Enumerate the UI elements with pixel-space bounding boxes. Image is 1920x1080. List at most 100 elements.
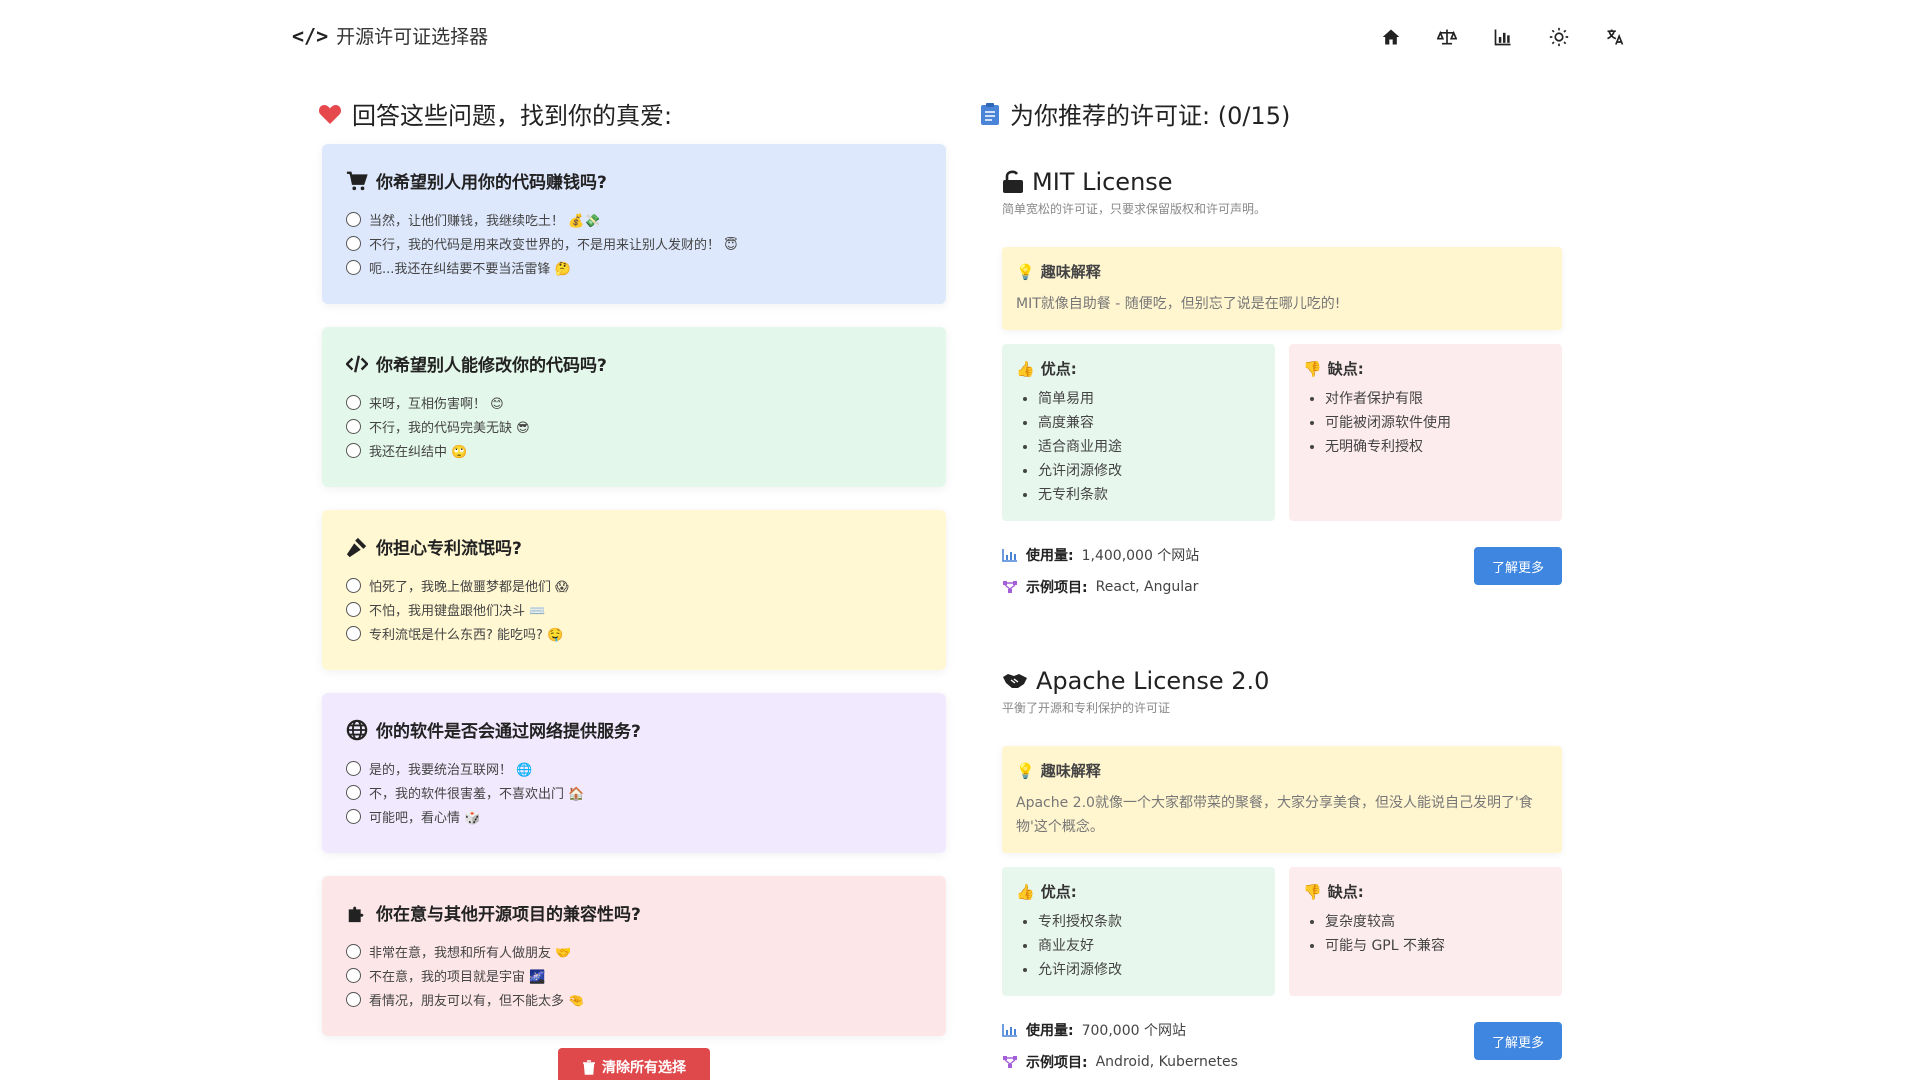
learn-more-button[interactable]: 了解更多 xyxy=(1474,1022,1562,1060)
chart-icon[interactable] xyxy=(1486,20,1520,54)
pros-box: 👍优点: 简单易用 高度兼容 适合商业用途 允许闭源修改 无专利条款 xyxy=(1002,344,1275,521)
option[interactable]: 专利流氓是什么东西? 能吃吗? 🤤 xyxy=(346,621,922,645)
list-item: 简单易用 xyxy=(1038,387,1261,411)
list-item: 复杂度较高 xyxy=(1325,910,1548,934)
gavel-icon xyxy=(346,537,367,557)
radio-button[interactable] xyxy=(346,418,361,434)
license-name: Apache License 2.0 xyxy=(1036,667,1270,695)
license-description: 平衡了开源和专利保护的许可证 xyxy=(1002,701,1171,715)
radio-button[interactable] xyxy=(346,601,361,617)
project-diagram-icon xyxy=(1003,581,1017,593)
option[interactable]: 看情况，朋友可以有，但不能太多 🤏 xyxy=(346,987,922,1011)
code-icon: </> xyxy=(292,23,329,48)
code-icon xyxy=(346,354,368,373)
home-icon[interactable] xyxy=(1374,20,1408,54)
list-item: 适合商业用途 xyxy=(1038,435,1261,459)
sun-icon[interactable] xyxy=(1542,20,1576,54)
list-item: 无明确专利授权 xyxy=(1325,435,1548,459)
radio-button[interactable] xyxy=(346,259,361,275)
cons-box: 👎缺点: 复杂度较高 可能与 GPL 不兼容 xyxy=(1289,867,1562,996)
radio-button[interactable] xyxy=(346,784,361,800)
question-title: 你的软件是否会通过网络提供服务? xyxy=(376,722,641,742)
list-item: 专利授权条款 xyxy=(1038,910,1261,934)
option[interactable]: 不在意，我的项目就是宇宙 🌌 xyxy=(346,963,922,987)
lightbulb-icon: 💡 xyxy=(1016,262,1035,281)
list-item: 可能被闭源软件使用 xyxy=(1325,411,1548,435)
brand-title: 开源许可证选择器 xyxy=(336,26,489,48)
license-card-apache: Apache License 2.0 平衡了开源和专利保护的许可证 💡 趣味解释 … xyxy=(980,643,1580,1078)
question-card-patent: 你担心专利流氓吗? 怕死了，我晚上做噩梦都是他们 😱 不怕，我用键盘跟他们决斗 … xyxy=(322,510,946,670)
puzzle-icon xyxy=(348,906,364,922)
radio-button[interactable] xyxy=(346,808,361,824)
license-name: MIT License xyxy=(1032,168,1173,196)
thumbs-down-icon: 👎 xyxy=(1303,882,1322,901)
question-title: 你希望别人用你的代码赚钱吗? xyxy=(376,173,607,193)
option[interactable]: 当然，让他们赚钱，我继续吃土！ 💰💸 xyxy=(346,207,922,231)
radio-button[interactable] xyxy=(346,211,361,227)
question-title: 你在意与其他开源项目的兼容性吗? xyxy=(376,905,641,925)
project-diagram-icon xyxy=(1003,1056,1017,1068)
cart-icon xyxy=(346,171,368,190)
option[interactable]: 非常在意，我想和所有人做朋友 🤝 xyxy=(346,939,922,963)
fun-explanation: 💡 趣味解释 MIT就像自助餐 - 随便吃，但别忘了说是在哪儿吃的! xyxy=(1002,247,1562,330)
radio-button[interactable] xyxy=(346,943,361,959)
question-title: 你担心专利流氓吗? xyxy=(376,539,522,559)
license-description: 简单宽松的许可证，只要求保留版权和许可声明。 xyxy=(1002,202,1267,216)
question-card-network: 你的软件是否会通过网络提供服务? 是的，我要统治互联网！ 🌐 不，我的软件很害羞… xyxy=(322,693,946,853)
question-card-commercial: 你希望别人用你的代码赚钱吗? 当然，让他们赚钱，我继续吃土！ 💰💸 不行，我的代… xyxy=(322,144,946,304)
fun-explanation: 💡 趣味解释 Apache 2.0就像一个大家都带菜的聚餐，大家分享美食，但没人能… xyxy=(1002,746,1562,853)
radio-button[interactable] xyxy=(346,577,361,593)
thumbs-up-icon: 👍 xyxy=(1016,359,1035,378)
option[interactable]: 不行，我的代码是用来改变世界的，不是用来让别人发财的！ 😇 xyxy=(346,231,922,255)
nav-icons xyxy=(1374,20,1632,54)
radio-button[interactable] xyxy=(346,235,361,251)
chart-icon xyxy=(1002,549,1017,562)
pros-box: 👍优点: 专利授权条款 商业友好 允许闭源修改 xyxy=(1002,867,1275,996)
radio-button[interactable] xyxy=(346,760,361,776)
lightbulb-icon: 💡 xyxy=(1016,761,1035,780)
radio-button[interactable] xyxy=(346,394,361,410)
radio-button[interactable] xyxy=(346,991,361,1007)
option[interactable]: 不，我的软件很害羞，不喜欢出门 🏠 xyxy=(346,780,922,804)
heart-icon xyxy=(318,104,342,124)
list-item: 允许闭源修改 xyxy=(1038,459,1261,483)
option[interactable]: 不怕，我用键盘跟他们决斗 ⌨️ xyxy=(346,597,922,621)
cons-box: 👎缺点: 对作者保护有限 可能被闭源软件使用 无明确专利授权 xyxy=(1289,344,1562,521)
question-title: 你希望别人能修改你的代码吗? xyxy=(376,356,607,376)
top-nav: </> 开源许可证选择器 xyxy=(0,0,1920,72)
option[interactable]: 不行，我的代码完美无缺 😎 xyxy=(346,414,922,438)
thumbs-down-icon: 👎 xyxy=(1303,359,1322,378)
translate-icon[interactable] xyxy=(1598,20,1632,54)
learn-more-button[interactable]: 了解更多 xyxy=(1474,547,1562,585)
radio-button[interactable] xyxy=(346,442,361,458)
unlock-icon xyxy=(1003,170,1023,193)
option[interactable]: 是的，我要统治互联网！ 🌐 xyxy=(346,756,922,780)
clear-all-button[interactable]: 清除所有选择 xyxy=(558,1048,710,1080)
recommendations-heading: 为你推荐的许可证: (0/15) xyxy=(980,96,1290,131)
option[interactable]: 可能吧，看心情 🎲 xyxy=(346,804,922,828)
option[interactable]: 来呀，互相伤害啊！ 😊 xyxy=(346,390,922,414)
option[interactable]: 呃...我还在纠结要不要当活雷锋 🤔 xyxy=(346,255,922,279)
option[interactable]: 怕死了，我晚上做噩梦都是他们 😱 xyxy=(346,573,922,597)
license-list: MIT License 简单宽松的许可证，只要求保留版权和许可声明。 💡 趣味解释… xyxy=(980,144,1580,1078)
license-card-mit: MIT License 简单宽松的许可证，只要求保留版权和许可声明。 💡 趣味解释… xyxy=(980,144,1580,603)
handshake-icon xyxy=(1003,674,1027,688)
radio-button[interactable] xyxy=(346,625,361,641)
list-item: 无专利条款 xyxy=(1038,483,1261,507)
trash-icon xyxy=(583,1059,595,1075)
questions-heading: 回答这些问题，找到你的真爱: xyxy=(318,96,672,131)
list-item: 可能与 GPL 不兼容 xyxy=(1325,934,1548,958)
option[interactable]: 我还在纠结中 🙄 xyxy=(346,438,922,462)
balance-scale-icon[interactable] xyxy=(1430,20,1464,54)
list-item: 对作者保护有限 xyxy=(1325,387,1548,411)
clipboard-icon xyxy=(981,102,999,125)
list-item: 商业友好 xyxy=(1038,934,1261,958)
list-item: 允许闭源修改 xyxy=(1038,958,1261,982)
brand[interactable]: </> 开源许可证选择器 xyxy=(292,22,488,49)
radio-button[interactable] xyxy=(346,967,361,983)
question-card-compatibility: 你在意与其他开源项目的兼容性吗? 非常在意，我想和所有人做朋友 🤝 不在意，我的… xyxy=(322,876,946,1036)
question-card-modify: 你希望别人能修改你的代码吗? 来呀，互相伤害啊！ 😊 不行，我的代码完美无缺 😎… xyxy=(322,327,946,487)
thumbs-up-icon: 👍 xyxy=(1016,882,1035,901)
question-list: 你希望别人用你的代码赚钱吗? 当然，让他们赚钱，我继续吃土！ 💰💸 不行，我的代… xyxy=(322,144,946,1059)
globe-icon xyxy=(346,719,368,740)
